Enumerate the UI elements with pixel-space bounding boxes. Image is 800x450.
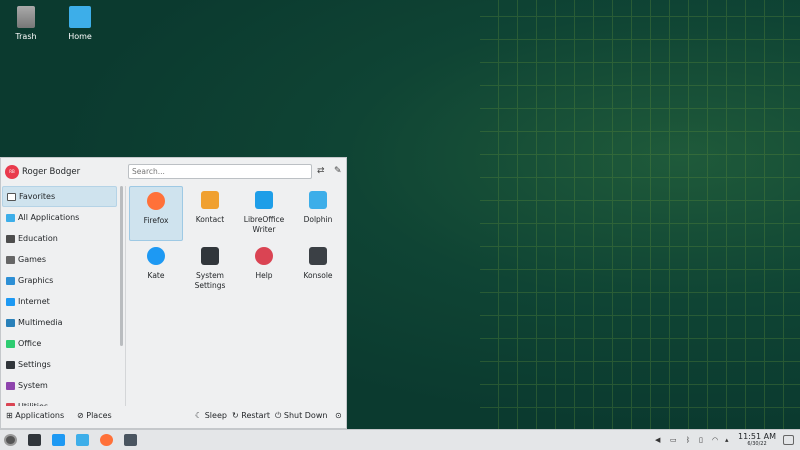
category-multimedia[interactable]: Multimedia [2, 312, 117, 333]
multimedia-icon [6, 318, 15, 327]
divider [125, 186, 126, 406]
desktop-icon-trash[interactable]: Trash [6, 6, 46, 41]
scrollbar[interactable] [120, 186, 123, 346]
konsole-icon [309, 247, 327, 265]
wifi-icon[interactable]: ◠ [712, 436, 718, 444]
storage-icon[interactable]: ▯ [699, 436, 703, 444]
category-list: Favorites All Applications Education Games G… [2, 186, 117, 406]
home-folder-icon [69, 6, 91, 28]
system-icon [6, 381, 15, 390]
launcher-header: RB Roger Bodger ⇄ ✎ [1, 158, 348, 186]
category-games[interactable]: Games [2, 249, 117, 270]
launcher-button[interactable] [4, 434, 17, 446]
category-label: Favorites [19, 192, 56, 201]
spectacle-task-icon[interactable] [124, 434, 137, 446]
app-label: Kontact [195, 215, 225, 224]
category-label: Internet [18, 297, 50, 306]
education-icon [6, 234, 15, 243]
app-konsole[interactable]: Konsole [291, 242, 345, 297]
show-desktop-button[interactable] [783, 435, 794, 445]
search-input[interactable] [128, 164, 312, 179]
application-launcher: RB Roger Bodger ⇄ ✎ Favorites All Applica… [0, 157, 347, 429]
places-tab[interactable]: ⊘ Places [77, 411, 112, 420]
avatar[interactable]: RB [5, 165, 19, 179]
office-icon [6, 339, 15, 348]
kontact-icon [201, 191, 219, 209]
category-label: Multimedia [18, 318, 63, 327]
app-label: Kate [147, 271, 165, 280]
app-kontact[interactable]: Kontact [183, 186, 237, 241]
category-label: Games [18, 255, 46, 264]
writer-icon [255, 191, 273, 209]
category-office[interactable]: Office [2, 333, 117, 354]
category-label: Education [18, 234, 58, 243]
app-label: Help [255, 271, 273, 280]
shutdown-button[interactable]: ⏻ Shut Down [275, 411, 327, 421]
app-libreoffice-writer[interactable]: LibreOffice Writer [237, 186, 291, 241]
category-all-applications[interactable]: All Applications [2, 207, 117, 228]
category-settings[interactable]: Settings [2, 354, 117, 375]
leave-icon[interactable]: ⊙ [335, 411, 342, 420]
app-dolphin[interactable]: Dolphin [291, 186, 345, 241]
bookmark-icon [7, 192, 16, 201]
sleep-button[interactable]: ☾ Sleep [195, 411, 227, 420]
app-label: Firefox [143, 216, 169, 225]
settings-icon [6, 360, 15, 369]
gamepad-icon [6, 255, 15, 264]
app-label: System Settings [194, 271, 226, 290]
expand-tray-icon[interactable]: ▴ [725, 436, 729, 444]
dolphin-task-icon[interactable] [76, 434, 89, 446]
category-favorites[interactable]: Favorites [2, 186, 117, 207]
category-label: System [18, 381, 48, 390]
battery-icon[interactable]: ▭ [670, 436, 677, 444]
bluetooth-icon[interactable]: ᛒ [686, 436, 690, 444]
category-system[interactable]: System [2, 375, 117, 396]
launcher-footer: ⊞ Applications ⊘ Places ☾ Sleep ↻ Restar… [1, 404, 348, 428]
applications-tab[interactable]: ⊞ Applications [6, 411, 64, 420]
category-education[interactable]: Education [2, 228, 117, 249]
category-label: Settings [18, 360, 51, 369]
app-system-settings[interactable]: System Settings [183, 242, 237, 297]
system-settings-icon [201, 247, 219, 265]
volume-icon[interactable]: ◀ [655, 436, 660, 444]
category-label: All Applications [18, 213, 80, 222]
globe-icon [6, 297, 15, 306]
firefox-task-icon[interactable] [100, 434, 113, 446]
pin-icon[interactable]: ✎ [334, 166, 342, 176]
app-label: LibreOffice Writer [243, 215, 285, 234]
firefox-icon [147, 192, 165, 210]
app-label: Konsole [303, 271, 333, 280]
restart-button[interactable]: ↻ Restart [232, 411, 270, 420]
kate-icon [147, 247, 165, 265]
user-name: Roger Bodger [22, 167, 81, 177]
graphics-icon [6, 276, 15, 285]
trash-icon [17, 6, 35, 28]
configure-icon[interactable]: ⇄ [317, 166, 325, 176]
app-firefox[interactable]: Firefox [129, 186, 183, 241]
category-label: Graphics [18, 276, 54, 285]
system-settings-task-icon[interactable] [28, 434, 41, 446]
wallpaper-pattern [480, 0, 800, 430]
help-lifebuoy-icon [255, 247, 273, 265]
app-help[interactable]: Help [237, 242, 291, 297]
clock[interactable]: 11:51 AM 6/30/22 [738, 432, 776, 447]
taskbar: ◀ ▭ ᛒ ▯ ◠ ▴ 11:51 AM 6/30/22 [0, 429, 800, 450]
category-graphics[interactable]: Graphics [2, 270, 117, 291]
desktop-icon-home[interactable]: Home [60, 6, 100, 41]
app-label: Dolphin [303, 215, 333, 224]
app-kate[interactable]: Kate [129, 242, 183, 297]
grid-icon [6, 213, 15, 222]
dolphin-icon [309, 191, 327, 209]
category-label: Office [18, 339, 42, 348]
category-internet[interactable]: Internet [2, 291, 117, 312]
discover-task-icon[interactable] [52, 434, 65, 446]
